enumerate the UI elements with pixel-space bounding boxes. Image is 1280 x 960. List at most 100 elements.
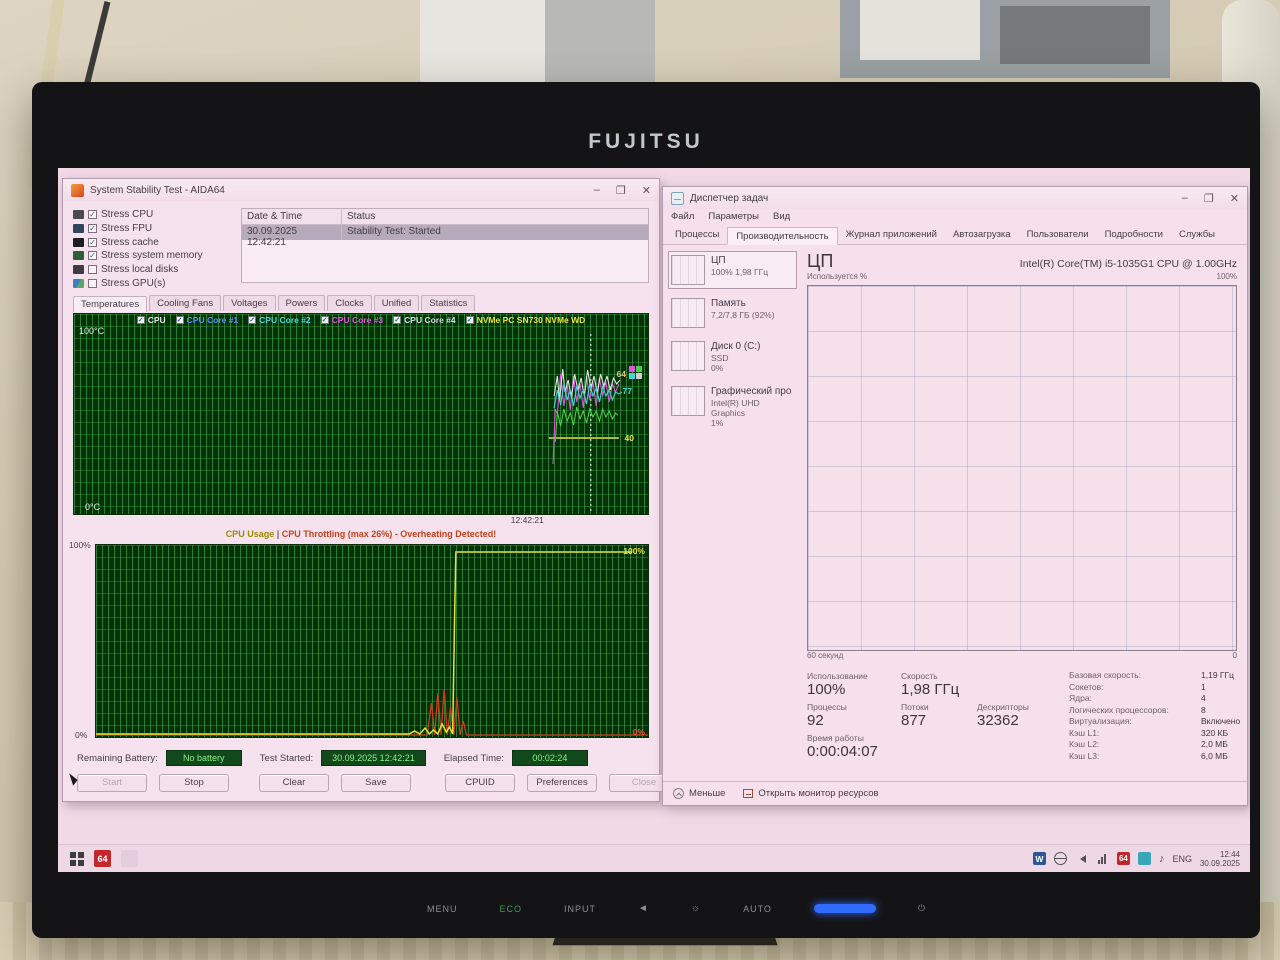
stat-speed-value: 1,98 ГГц bbox=[901, 681, 975, 699]
clock[interactable]: 12:44 30.09.2025 bbox=[1200, 850, 1244, 868]
col-status[interactable]: Status bbox=[342, 209, 380, 224]
monitor-volume-button[interactable]: ◄ bbox=[638, 903, 649, 914]
sidebar-item-gpu[interactable]: Графический про Intel(R) UHD Graphics 1% bbox=[668, 382, 797, 432]
stat-handles-value: 32362 bbox=[977, 712, 1059, 730]
stress-fpu-checkbox[interactable] bbox=[88, 224, 97, 233]
start-button[interactable]: Start bbox=[77, 774, 147, 792]
speaker-icon[interactable] bbox=[1075, 852, 1088, 865]
tab-details[interactable]: Подробности bbox=[1097, 226, 1171, 244]
tab-cooling-fans[interactable]: Cooling Fans bbox=[149, 295, 221, 311]
network-icon[interactable] bbox=[1054, 852, 1067, 865]
resource-monitor-icon bbox=[743, 789, 753, 798]
close-icon[interactable]: ✕ bbox=[1230, 192, 1239, 205]
table-row[interactable]: 30.09.2025 12:42:21 Stability Test: Star… bbox=[242, 225, 648, 240]
stress-cpu-row[interactable]: Stress CPU bbox=[73, 208, 231, 221]
stress-cache-checkbox[interactable] bbox=[88, 238, 97, 247]
stat-l3-value: 6,0 МБ bbox=[1201, 751, 1240, 761]
taskmgr-app-icon bbox=[671, 192, 684, 205]
taskmgr-titlebar[interactable]: Диспетчер задач – ❐ ✕ bbox=[663, 187, 1247, 209]
sidebar-item-disk[interactable]: Диск 0 (C:) SSD 0% bbox=[668, 337, 797, 377]
minimize-icon[interactable]: – bbox=[594, 184, 600, 197]
col-datetime[interactable]: Date & Time bbox=[242, 209, 342, 224]
tab-powers[interactable]: Powers bbox=[278, 295, 326, 311]
monitor-eco-button[interactable]: ECO bbox=[500, 904, 523, 914]
stress-cpu-checkbox[interactable] bbox=[88, 210, 97, 219]
tab-app-history[interactable]: Журнал приложений bbox=[838, 226, 945, 244]
app-tray-icon[interactable] bbox=[1138, 852, 1151, 865]
stat-utilization-label: Использование bbox=[807, 668, 899, 681]
stat-basespeed-value: 1,19 ГГц bbox=[1201, 670, 1240, 680]
temp-value-chips bbox=[629, 366, 642, 379]
aida64-tray-icon[interactable]: 64 bbox=[1117, 852, 1130, 865]
tab-services[interactable]: Службы bbox=[1171, 226, 1223, 244]
stat-handles-label: Дескрипторы bbox=[977, 699, 1059, 712]
wifi-signal-icon[interactable] bbox=[1096, 854, 1109, 864]
stress-gpu-label: Stress GPU(s) bbox=[101, 278, 165, 289]
cpu-stats: Использование Скорость 100% 1,98 ГГц Про… bbox=[807, 668, 1237, 781]
stress-cpu-label: Stress CPU bbox=[101, 209, 153, 220]
stat-logical-label: Логических процессоров: bbox=[1069, 705, 1201, 715]
monitor-auto-button[interactable]: AUTO bbox=[743, 904, 772, 914]
menu-options[interactable]: Параметры bbox=[708, 211, 759, 224]
stress-disks-checkbox[interactable] bbox=[88, 265, 97, 274]
sidebar-item-memory[interactable]: Память 7,2/7,8 ГБ (92%) bbox=[668, 294, 797, 332]
stress-gpu-checkbox[interactable] bbox=[88, 279, 97, 288]
fpu-icon bbox=[73, 224, 84, 233]
stop-button[interactable]: Stop bbox=[159, 774, 229, 792]
open-resource-monitor-link[interactable]: Открыть монитор ресурсов bbox=[743, 788, 878, 799]
tab-unified[interactable]: Unified bbox=[374, 295, 420, 311]
tab-processes[interactable]: Процессы bbox=[667, 226, 727, 244]
maximize-icon[interactable]: ❐ bbox=[616, 184, 626, 197]
word-tray-icon[interactable]: W bbox=[1033, 852, 1046, 865]
stat-cores-value: 4 bbox=[1201, 693, 1240, 703]
tab-statistics[interactable]: Statistics bbox=[421, 295, 475, 311]
aida64-taskbar-icon[interactable]: 64 bbox=[94, 850, 111, 867]
maximize-icon[interactable]: ❐ bbox=[1204, 192, 1214, 205]
usage-series bbox=[96, 545, 648, 737]
stat-virtualization-value: Включено bbox=[1201, 716, 1240, 726]
close-icon[interactable]: ✕ bbox=[642, 184, 651, 197]
monitor-power-button[interactable]: ⏻ bbox=[918, 903, 926, 914]
language-indicator[interactable]: ENG bbox=[1172, 854, 1192, 864]
audio-jack-icon[interactable]: ♪ bbox=[1159, 853, 1165, 865]
preferences-button[interactable]: Preferences bbox=[527, 774, 597, 792]
save-button[interactable]: Save bbox=[341, 774, 411, 792]
battery-value: No battery bbox=[166, 750, 242, 766]
clear-button[interactable]: Clear bbox=[259, 774, 329, 792]
menu-view[interactable]: Вид bbox=[773, 211, 790, 224]
start-button[interactable] bbox=[70, 852, 84, 866]
stress-memory-checkbox[interactable] bbox=[88, 251, 97, 260]
battery-label: Remaining Battery: bbox=[77, 753, 158, 764]
aida64-titlebar[interactable]: System Stability Test - AIDA64 – ❐ ✕ bbox=[63, 179, 659, 201]
taskmgr-taskbar-icon[interactable] bbox=[121, 850, 138, 867]
minimize-icon[interactable]: – bbox=[1182, 192, 1188, 205]
sidebar-item-cpu[interactable]: ЦП 100% 1,98 ГГц bbox=[668, 251, 797, 289]
cpu-axis-max: 100% bbox=[1217, 272, 1237, 285]
stress-cache-row[interactable]: Stress cache bbox=[73, 236, 231, 249]
stress-fpu-row[interactable]: Stress FPU bbox=[73, 222, 231, 235]
monitor-input-button[interactable]: INPUT bbox=[564, 904, 596, 914]
stress-memory-row[interactable]: Stress system memory bbox=[73, 249, 231, 262]
stat-sockets-label: Сокетов: bbox=[1069, 682, 1201, 692]
shelf-box bbox=[860, 0, 980, 60]
monitor-brightness-button[interactable]: ☼ bbox=[691, 903, 701, 914]
cpuid-button[interactable]: CPUID bbox=[445, 774, 515, 792]
status-table: Date & Time Status 30.09.2025 12:42:21 S… bbox=[241, 208, 649, 283]
tab-clocks[interactable]: Clocks bbox=[327, 295, 372, 311]
menu-file[interactable]: Файл bbox=[671, 211, 694, 224]
tab-startup[interactable]: Автозагрузка bbox=[945, 226, 1019, 244]
aida-button-row: Start Stop Clear Save CPUID Preferences … bbox=[63, 770, 659, 796]
performance-sidebar: ЦП 100% 1,98 ГГц Память 7,2/7,8 ГБ (92%)… bbox=[663, 245, 799, 781]
tab-voltages[interactable]: Voltages bbox=[223, 295, 275, 311]
tab-users[interactable]: Пользователи bbox=[1019, 226, 1097, 244]
stress-disks-row[interactable]: Stress local disks bbox=[73, 263, 231, 276]
stress-disks-label: Stress local disks bbox=[101, 264, 178, 275]
aida64-app-icon bbox=[71, 184, 84, 197]
cell-status: Stability Test: Started bbox=[342, 225, 446, 240]
tab-performance[interactable]: Производительность bbox=[727, 227, 837, 245]
monitor-menu-button[interactable]: MENU bbox=[427, 904, 458, 914]
fewer-details-link[interactable]: Меньше bbox=[673, 788, 725, 799]
stress-gpu-row[interactable]: Stress GPU(s) bbox=[73, 277, 231, 290]
taskmgr-tab-bar: Процессы Производительность Журнал прило… bbox=[663, 226, 1247, 245]
tab-temperatures[interactable]: Temperatures bbox=[73, 296, 147, 312]
